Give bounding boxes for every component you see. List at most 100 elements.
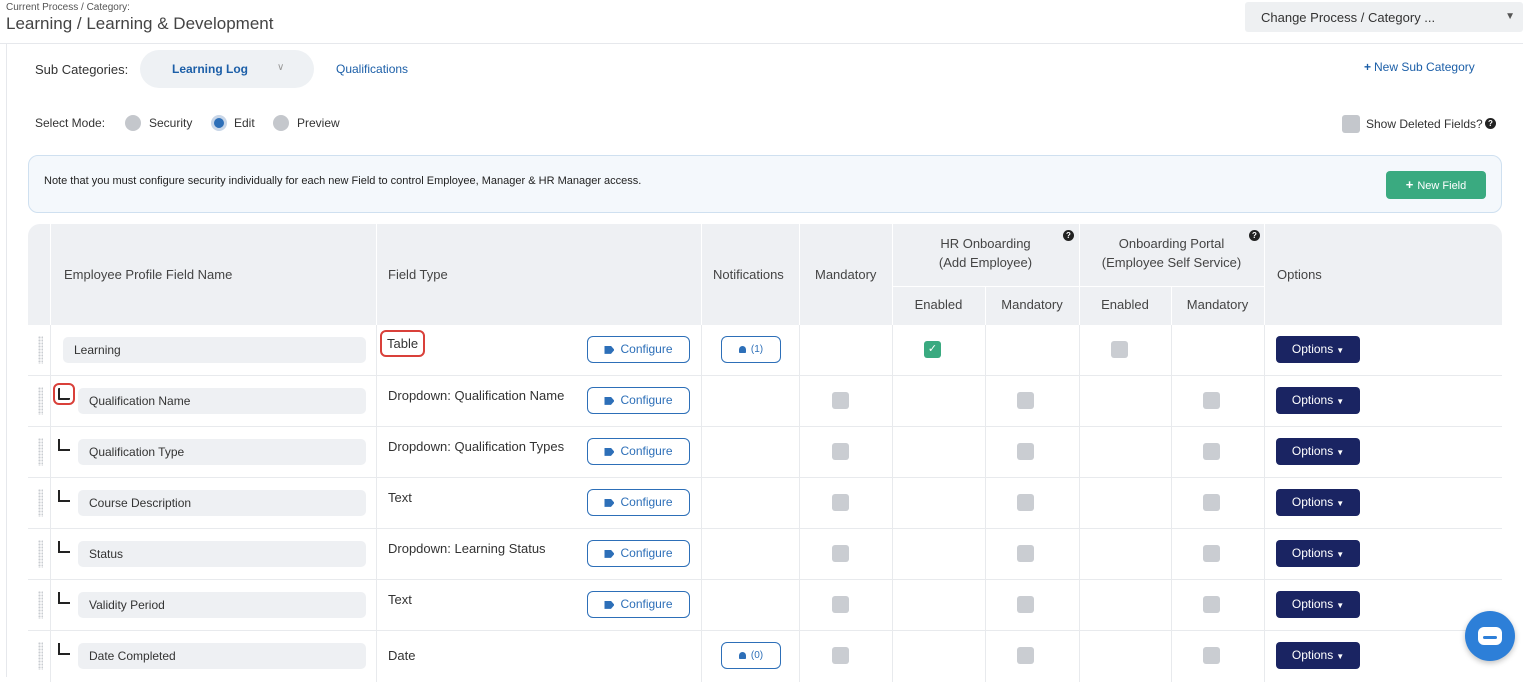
column-divider xyxy=(50,224,51,325)
new-field-button[interactable]: + New Field xyxy=(1386,171,1486,199)
child-field-icon xyxy=(58,439,70,451)
field-type: Date xyxy=(388,648,416,663)
select-mode-label: Select Mode: xyxy=(35,116,106,130)
notifications-button[interactable]: (0) xyxy=(721,642,781,669)
column-divider xyxy=(1264,224,1265,325)
options-button[interactable]: Options ▼ xyxy=(1276,591,1360,618)
radio-security-label: Security xyxy=(149,116,193,130)
portal-mandatory-checkbox[interactable] xyxy=(1203,545,1220,562)
configure-button[interactable]: Configure xyxy=(587,489,690,516)
notifications-button[interactable]: (1) xyxy=(721,336,781,363)
hr-mandatory-checkbox[interactable] xyxy=(1017,443,1034,460)
mandatory-checkbox[interactable] xyxy=(832,545,849,562)
drag-handle-icon[interactable] xyxy=(38,591,43,619)
question-circle-icon[interactable]: ? xyxy=(1249,230,1260,241)
header-portal-mandatory: Mandatory xyxy=(1186,297,1249,312)
new-sub-category-link[interactable]: + New Sub Category xyxy=(1364,60,1475,74)
options-button[interactable]: Options ▼ xyxy=(1276,489,1360,516)
question-circle-icon[interactable]: ? xyxy=(1485,118,1496,129)
header-hr-onboarding: HR Onboarding xyxy=(940,236,1031,251)
options-label: Options xyxy=(1291,393,1334,407)
table-row: Date Completed Date (0) Options ▼ xyxy=(28,631,1502,682)
drag-handle-icon[interactable] xyxy=(38,642,43,670)
configure-button[interactable]: Configure xyxy=(587,540,690,567)
field-type: Dropdown: Qualification Types xyxy=(388,439,565,454)
hr-enabled-checkbox[interactable]: ✓ xyxy=(924,341,941,358)
mandatory-checkbox[interactable] xyxy=(832,494,849,511)
info-banner: Note that you must configure security in… xyxy=(28,155,1502,213)
options-button[interactable]: Options ▼ xyxy=(1276,438,1360,465)
drag-handle-icon[interactable] xyxy=(38,489,43,517)
child-field-icon xyxy=(53,383,75,405)
drag-handle-icon[interactable] xyxy=(38,540,43,568)
child-field-icon xyxy=(58,490,70,502)
current-process-label: Current Process / Category: xyxy=(6,2,130,13)
hr-mandatory-checkbox[interactable] xyxy=(1017,494,1034,511)
field-name: Qualification Name xyxy=(78,388,366,414)
notifications-count: (0) xyxy=(750,650,764,661)
header-field-type: Field Type xyxy=(388,267,448,282)
mandatory-checkbox[interactable] xyxy=(832,443,849,460)
configure-label: Configure xyxy=(620,342,673,356)
caret-down-icon: ▼ xyxy=(1505,11,1515,22)
radio-edit[interactable] xyxy=(211,115,227,131)
options-label: Options xyxy=(1291,444,1334,458)
configure-label: Configure xyxy=(620,546,673,560)
portal-enabled-checkbox[interactable] xyxy=(1111,341,1128,358)
hr-mandatory-checkbox[interactable] xyxy=(1017,596,1034,613)
portal-mandatory-checkbox[interactable] xyxy=(1203,647,1220,664)
options-label: Options xyxy=(1291,495,1334,509)
tag-icon xyxy=(604,498,615,507)
field-name: Learning xyxy=(63,337,366,363)
subcategory-tab-learning-log[interactable]: Learning Log ∨ xyxy=(140,50,314,88)
field-type: Dropdown: Qualification Name xyxy=(388,388,565,403)
mandatory-checkbox[interactable] xyxy=(832,596,849,613)
tag-icon xyxy=(604,447,615,456)
chat-bubble-icon[interactable] xyxy=(1465,611,1515,661)
portal-mandatory-checkbox[interactable] xyxy=(1203,443,1220,460)
options-button[interactable]: Options ▼ xyxy=(1276,387,1360,414)
caret-down-icon: ▼ xyxy=(1336,499,1345,508)
radio-preview[interactable] xyxy=(273,115,289,131)
caret-down-icon: ▼ xyxy=(1336,601,1345,610)
child-field-icon xyxy=(58,643,70,655)
show-deleted-checkbox[interactable] xyxy=(1342,115,1360,133)
portal-mandatory-checkbox[interactable] xyxy=(1203,596,1220,613)
table-row: Qualification Name Dropdown: Qualificati… xyxy=(28,376,1502,427)
configure-button[interactable]: Configure xyxy=(587,336,690,363)
field-name: Date Completed xyxy=(78,643,366,669)
change-process-select[interactable]: Change Process / Category ... ▼ xyxy=(1245,2,1523,32)
configure-label: Configure xyxy=(620,444,673,458)
hr-mandatory-checkbox[interactable] xyxy=(1017,392,1034,409)
drag-handle-icon[interactable] xyxy=(38,438,43,466)
header-hr-enabled: Enabled xyxy=(914,297,963,312)
options-button[interactable]: Options ▼ xyxy=(1276,540,1360,567)
options-button[interactable]: Options ▼ xyxy=(1276,336,1360,363)
drag-handle-icon[interactable] xyxy=(38,387,43,415)
sub-categories-label: Sub Categories: xyxy=(35,62,129,77)
tag-icon xyxy=(604,396,615,405)
table-row: Learning Table Configure (1) ✓ Options ▼ xyxy=(28,325,1502,376)
table-row: Qualification Type Dropdown: Qualificati… xyxy=(28,427,1502,478)
hr-mandatory-checkbox[interactable] xyxy=(1017,647,1034,664)
radio-security[interactable] xyxy=(125,115,141,131)
configure-button[interactable]: Configure xyxy=(587,387,690,414)
header-portal-enabled: Enabled xyxy=(1101,297,1149,312)
portal-mandatory-checkbox[interactable] xyxy=(1203,392,1220,409)
question-circle-icon[interactable]: ? xyxy=(1063,230,1074,241)
configure-button[interactable]: Configure xyxy=(587,591,690,618)
options-label: Options xyxy=(1291,342,1334,356)
hr-mandatory-checkbox[interactable] xyxy=(1017,545,1034,562)
caret-down-icon: ▼ xyxy=(1336,346,1345,355)
portal-mandatory-checkbox[interactable] xyxy=(1203,494,1220,511)
subcategory-tab-qualifications[interactable]: Qualifications xyxy=(336,62,408,76)
header-onboarding-portal-sub: (Employee Self Service) xyxy=(1101,255,1242,270)
header-mandatory: Mandatory xyxy=(815,267,877,282)
mandatory-checkbox[interactable] xyxy=(832,392,849,409)
configure-button[interactable]: Configure xyxy=(587,438,690,465)
mandatory-checkbox[interactable] xyxy=(832,647,849,664)
table-row: Course Description Text Configure Option… xyxy=(28,478,1502,529)
options-button[interactable]: Options ▼ xyxy=(1276,642,1360,669)
drag-handle-icon[interactable] xyxy=(38,336,43,364)
caret-down-icon: ▼ xyxy=(1336,397,1345,406)
